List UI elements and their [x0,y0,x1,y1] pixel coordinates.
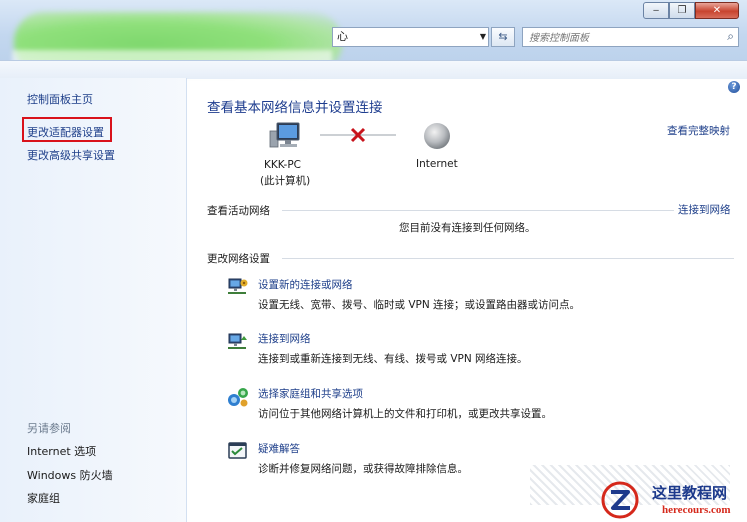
watermark-title: 这里教程网 [652,484,728,502]
close-button[interactable]: ✕ [695,2,739,19]
internet-options-link[interactable]: Internet 选项 [27,443,96,459]
refresh-icon: ⇆ [498,30,508,43]
search-icon[interactable]: ⌕ [727,29,734,44]
task-title-setup[interactable]: 设置新的连接或网络 [258,277,353,292]
this-computer-label: (此计算机) [260,175,311,187]
maximize-button[interactable]: ❐ [669,2,695,19]
watermark-url: herecours.com [662,504,731,516]
divider [282,210,674,211]
no-connection-line [320,127,396,143]
watermark-logo-icon [601,481,639,519]
task-title-homegroup[interactable]: 选择家庭组和共享选项 [258,386,363,401]
homegroup-link[interactable]: 家庭组 [27,490,60,506]
search-box[interactable]: ⌕ [522,27,739,47]
task-desc-connect: 连接到或重新连接到无线、有线、拨号或 VPN 网络连接。 [258,353,528,365]
search-input[interactable] [527,29,711,47]
computer-name: KKK-PC [264,159,302,171]
troubleshoot-icon[interactable] [226,440,250,462]
task-desc-troubleshoot: 诊断并修复网络问题，或获得故障排除信息。 [258,463,468,475]
connect-to-network-link[interactable]: 连接到网络 [678,202,731,217]
window-titlebar: ‒ ❐ ✕ 心 ▼ ⇆ ⌕ [0,0,747,79]
change-settings-header: 更改网络设置 [207,253,270,265]
computer-icon[interactable] [268,121,302,151]
page-title: 查看基本网络信息并设置连接 [207,100,383,116]
address-bar[interactable]: 心 ▼ [332,27,489,47]
task-title-troubleshoot[interactable]: 疑难解答 [258,441,300,456]
change-advanced-sharing-link[interactable]: 更改高级共享设置 [27,147,115,163]
address-text: 心 [337,30,348,43]
active-networks-header: 查看活动网络 [207,205,270,217]
windows-firewall-link[interactable]: Windows 防火墙 [27,467,113,483]
chevron-down-icon[interactable]: ▼ [480,28,486,46]
task-desc-homegroup: 访问位于其他网络计算机上的文件和打印机，或更改共享设置。 [258,408,552,420]
connect-network-icon[interactable] [226,331,250,353]
task-title-connect[interactable]: 连接到网络 [258,331,311,346]
help-icon[interactable]: ? [728,81,740,93]
internet-globe-icon[interactable] [421,120,453,152]
network-setup-icon[interactable] [226,276,250,298]
see-full-map-link[interactable]: 查看完整映射 [667,123,730,138]
no-network-message: 您目前没有连接到任何网络。 [399,222,536,234]
toolbar-strip [0,60,747,79]
minimize-button[interactable]: ‒ [643,2,669,19]
divider [282,258,734,259]
see-also-heading: 另请参阅 [27,422,71,435]
refresh-button[interactable]: ⇆ [491,27,515,47]
homegroup-icon[interactable] [226,386,250,408]
change-adapter-settings-link[interactable]: 更改适配器设置 [27,124,104,140]
internet-label: Internet [416,158,458,170]
window-controls: ‒ ❐ ✕ [643,2,739,19]
control-panel-home-link[interactable]: 控制面板主页 [27,91,93,107]
task-desc-setup: 设置无线、宽带、拨号、临时或 VPN 连接；或设置路由器或访问点。 [258,299,581,311]
